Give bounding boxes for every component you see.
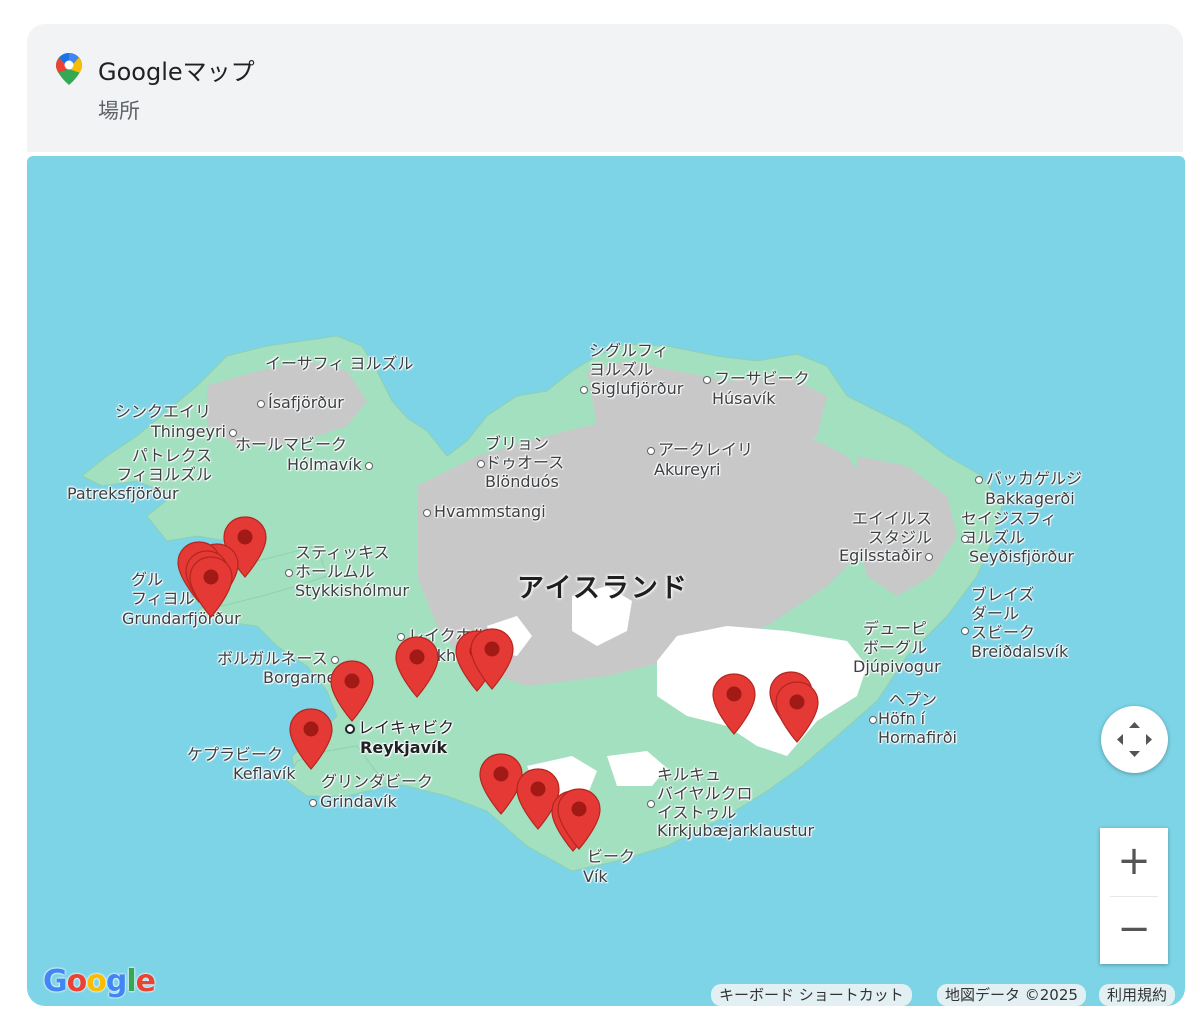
place-label: Kirkjubæjarklaustur — [657, 821, 815, 840]
place-label: シンクエイリ — [115, 402, 212, 421]
place-label: フーサビーク — [703, 369, 810, 388]
place-label: Seyðisfjörður — [969, 547, 1074, 566]
place-dot — [703, 375, 711, 384]
google-logo: Google — [43, 964, 156, 999]
place-dot — [647, 446, 655, 455]
place-label: Bakkagerði — [985, 489, 1075, 508]
place-label: Blönduós — [485, 472, 559, 491]
place-label: アークレイリ — [647, 440, 753, 459]
place-label: Vík — [583, 867, 608, 886]
place-dot — [345, 723, 355, 734]
map-canvas[interactable]: イーサフィ ヨルズル Ísafjörður シンクエイリ Thingeyri パ… — [27, 156, 1185, 1006]
place-dot — [961, 626, 969, 635]
location-marker[interactable] — [329, 660, 375, 722]
place-label: ホールマビーク — [235, 435, 348, 454]
place-label: スティッキス ホールムル — [295, 543, 390, 581]
card-title: Googleマップ — [98, 58, 255, 86]
place-dot — [364, 461, 373, 470]
place-dot — [285, 568, 293, 577]
terms-link[interactable]: 利用規約 — [1099, 984, 1176, 1006]
place-label — [647, 793, 658, 812]
place-label: Hvammstangi — [423, 502, 546, 521]
place-dot — [924, 552, 933, 561]
place-label: Keflavík — [233, 764, 296, 783]
place-label: Djúpivogur — [853, 657, 941, 676]
place-label: Stykkishólmur — [295, 581, 409, 600]
place-label: イーサフィ ヨルズル — [265, 354, 414, 373]
card-header — [27, 24, 1183, 152]
place-label: Höfn í Hornafirði — [878, 709, 957, 747]
place-dot — [961, 534, 969, 543]
place-label: ブリョン ドゥオース — [485, 434, 565, 472]
place-dot — [869, 715, 877, 724]
place-label: Akureyri — [654, 460, 721, 479]
place-label: Breiðdalsvík — [971, 642, 1069, 661]
zoom-in-button[interactable]: + — [1100, 828, 1168, 896]
place-label: Grindavík — [309, 792, 397, 811]
place-label — [961, 528, 972, 547]
camera-control-button[interactable] — [1101, 706, 1168, 773]
map-data-attribution: 地図データ ©2025 — [937, 984, 1086, 1006]
place-label — [285, 562, 296, 581]
place-label: エイイルス スタジル — [851, 509, 932, 547]
place-label: Reykjavík — [360, 738, 448, 757]
place-label: ブレイズ ダール スビーク — [971, 585, 1036, 642]
place-label: パトレクス フィヨルズル — [116, 446, 212, 484]
place-label: ケプラビーク — [187, 745, 284, 764]
location-marker[interactable] — [774, 681, 820, 743]
keyboard-shortcuts-link[interactable]: キーボード ショートカット — [711, 984, 912, 1006]
place-label: Egilsstaðir — [839, 546, 936, 565]
place-label: Patreksfjörður — [67, 484, 179, 503]
location-marker[interactable] — [469, 628, 515, 690]
place-label — [477, 453, 488, 472]
place-label: ボルガルネース — [217, 649, 342, 668]
place-dot — [975, 475, 983, 484]
place-label: バッカゲルジ — [975, 469, 1082, 488]
place-dot — [257, 399, 265, 408]
place-label: セイジスフィ ヨルズル — [961, 509, 1057, 547]
location-marker[interactable] — [711, 673, 757, 735]
place-label: グリンダビーク — [321, 772, 434, 791]
google-maps-icon — [56, 53, 82, 85]
place-label: キルキュ バイヤルクロ イストゥル — [657, 765, 753, 822]
place-label: Hólmavík — [287, 455, 376, 474]
place-label: ヘプン — [889, 690, 938, 709]
zoom-control: + − — [1100, 828, 1168, 964]
place-label: シグルフィ ヨルズル — [589, 341, 669, 379]
place-dot — [309, 798, 317, 807]
place-label — [961, 620, 972, 639]
place-dot — [580, 385, 588, 394]
card-subtitle: 場所 — [98, 99, 140, 123]
location-marker[interactable] — [188, 556, 234, 618]
location-marker[interactable] — [288, 708, 334, 770]
place-dot — [423, 508, 431, 517]
place-label: Húsavík — [712, 389, 776, 408]
move-arrows-icon — [1117, 722, 1152, 757]
location-marker[interactable] — [394, 636, 440, 698]
place-label: デューピ ボーグル — [863, 619, 928, 657]
country-label: アイスランド — [517, 573, 689, 604]
location-marker[interactable] — [556, 788, 602, 850]
place-label: Thingeyri — [151, 422, 240, 441]
place-label: Siglufjörður — [580, 379, 683, 398]
zoom-out-button[interactable]: − — [1100, 896, 1168, 964]
place-dot — [477, 459, 485, 468]
place-dot — [647, 799, 655, 808]
place-label: Ísafjörður — [257, 393, 344, 412]
